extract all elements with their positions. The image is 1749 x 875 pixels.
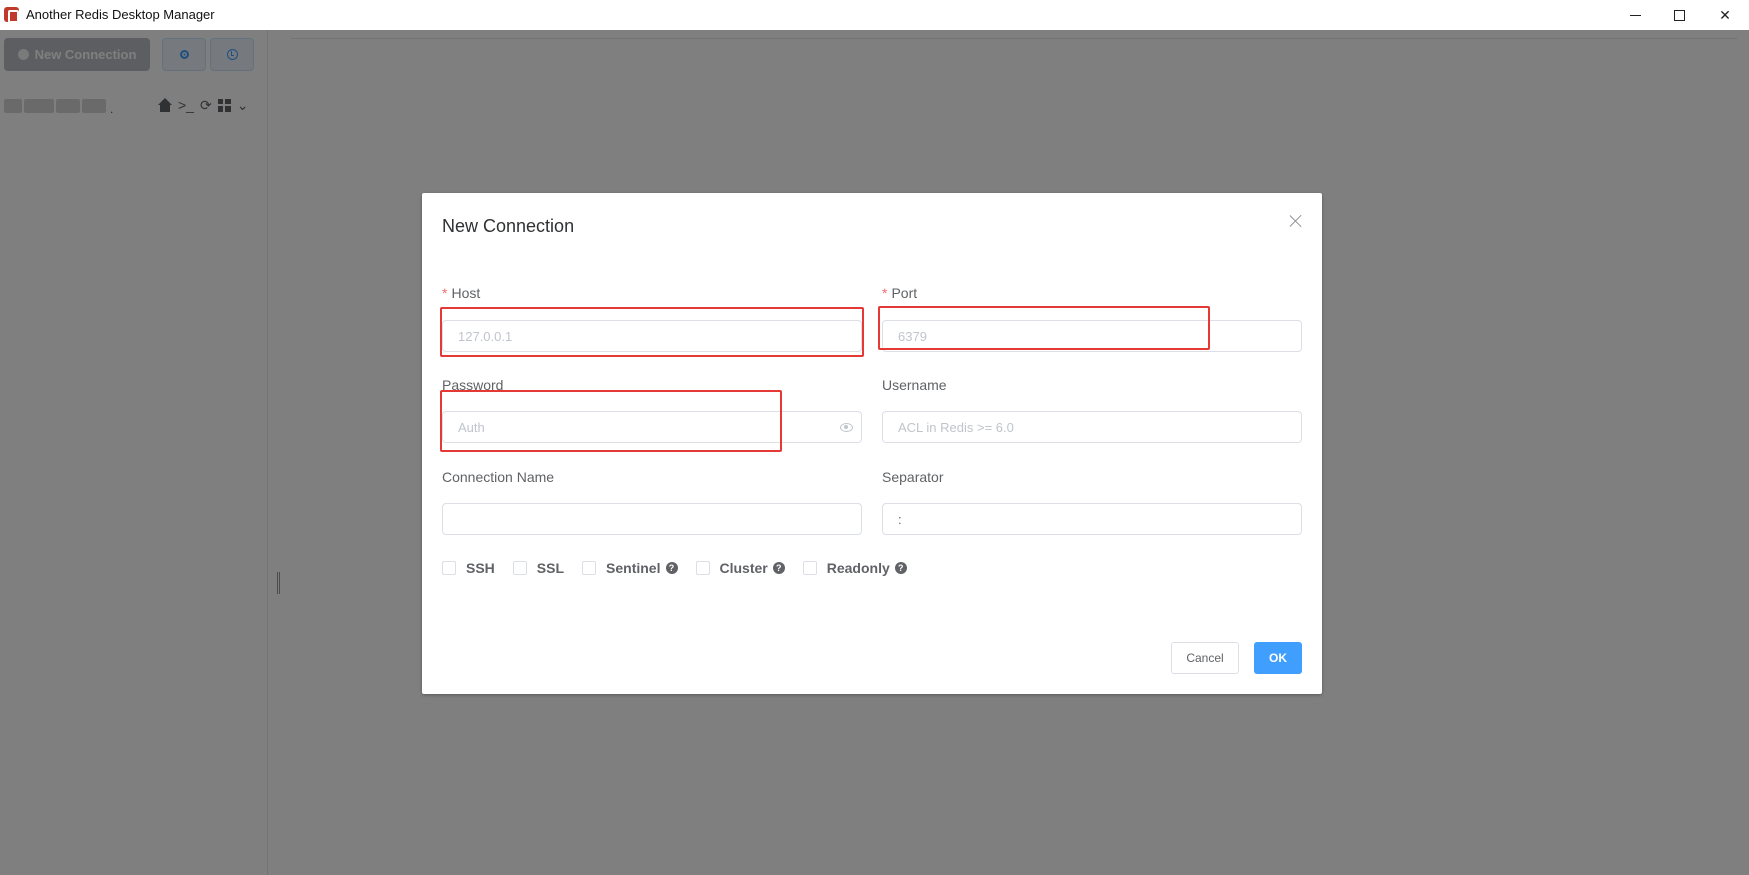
- ssh-label: SSH: [466, 560, 495, 576]
- host-label-text: Host: [451, 285, 481, 301]
- maximize-button[interactable]: [1656, 0, 1702, 30]
- new-connection-dialog: New Connection * Host 127.0.0.1 * Port 637…: [422, 193, 1322, 694]
- connection-name-label: Connection Name: [442, 469, 555, 485]
- connection-name-input[interactable]: [442, 503, 862, 535]
- separator-label: Separator: [882, 469, 944, 485]
- checkbox-box[interactable]: [582, 561, 597, 575]
- sentinel-checkbox[interactable]: Sentinel ?: [582, 560, 678, 576]
- cancel-button[interactable]: Cancel: [1171, 642, 1239, 674]
- cluster-checkbox[interactable]: Cluster ?: [695, 560, 785, 576]
- ssl-label: SSL: [536, 560, 565, 576]
- close-icon: ✕: [1719, 6, 1731, 23]
- window-title: Another Redis Desktop Manager: [26, 7, 215, 22]
- port-label-text: Port: [891, 285, 918, 301]
- options-checkbox-group: SSH SSL Sentinel ? Cluster ? Readonly ?: [442, 560, 925, 576]
- checkbox-box[interactable]: [802, 561, 817, 575]
- eye-icon[interactable]: [840, 423, 853, 432]
- help-icon[interactable]: ?: [665, 562, 678, 574]
- highlight-box-port: [878, 306, 1210, 350]
- help-icon[interactable]: ?: [772, 562, 785, 574]
- close-icon[interactable]: [1288, 213, 1304, 229]
- dialog-title: New Connection: [442, 216, 575, 236]
- username-input[interactable]: ACL in Redis >= 6.0: [882, 411, 1302, 443]
- checkbox-box[interactable]: [512, 561, 527, 575]
- username-label: Username: [882, 377, 947, 393]
- required-mark: *: [442, 285, 448, 301]
- username-placeholder: ACL in Redis >= 6.0: [898, 419, 1014, 435]
- help-icon[interactable]: ?: [894, 562, 907, 574]
- required-mark: *: [882, 285, 888, 301]
- port-label: * Port: [882, 285, 917, 301]
- checkbox-box[interactable]: [442, 561, 456, 575]
- ssl-checkbox[interactable]: SSL: [512, 560, 565, 576]
- separator-value: :: [898, 511, 902, 527]
- checkbox-box[interactable]: [695, 561, 710, 575]
- ssh-checkbox[interactable]: SSH: [442, 560, 495, 576]
- highlight-box-password: [440, 390, 782, 452]
- title-bar: Another Redis Desktop Manager ✕: [0, 0, 1749, 30]
- sentinel-label: Sentinel: [606, 560, 661, 576]
- readonly-checkbox[interactable]: Readonly ?: [802, 560, 907, 576]
- minimize-button[interactable]: [1612, 0, 1658, 30]
- readonly-label: Readonly: [826, 560, 890, 576]
- separator-input[interactable]: :: [882, 503, 1302, 535]
- highlight-box-host: [440, 307, 864, 357]
- host-label: * Host: [442, 285, 480, 301]
- app-logo-icon: [4, 7, 19, 23]
- maximize-icon: [1673, 9, 1685, 21]
- minimize-icon: [1629, 14, 1641, 16]
- ok-button[interactable]: OK: [1254, 642, 1302, 674]
- close-window-button[interactable]: ✕: [1702, 0, 1748, 30]
- cluster-label: Cluster: [719, 560, 768, 576]
